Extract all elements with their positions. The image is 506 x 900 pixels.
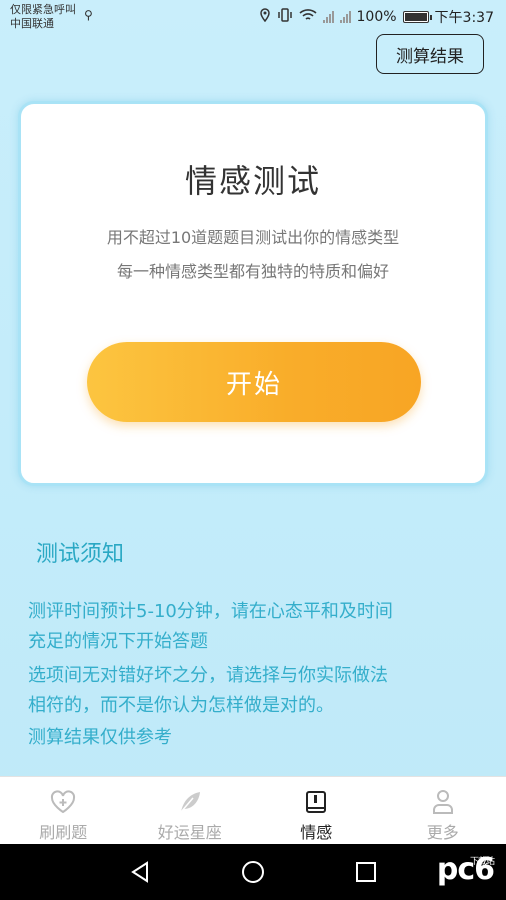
- emergency-text: 仅限紧急呼叫: [10, 3, 76, 16]
- notice-line: 测评时间预计5-10分钟，请在心态平和及时间: [28, 601, 393, 622]
- status-icons: 100% 下午3:37: [259, 7, 494, 27]
- person-icon: [429, 789, 457, 815]
- carrier-name: 中国联通: [10, 17, 54, 30]
- signal-3g-icon: [339, 11, 351, 23]
- card-description-line2: 每一种情感类型都有独特的特质和偏好: [116, 262, 389, 281]
- nav-item-more[interactable]: 更多: [380, 777, 506, 844]
- location-icon: [259, 8, 271, 26]
- nav-label: 好运星座: [157, 823, 222, 842]
- wifi-icon: [298, 8, 317, 26]
- watermark-logo: pc6 下载站: [437, 852, 495, 887]
- status-bar: 仅限紧急呼叫 中国联通 ⚲ 100% 下午3:37: [0, 0, 506, 34]
- result-button[interactable]: 测算结果: [376, 34, 484, 74]
- nav-label: 刷刷题: [39, 823, 88, 842]
- start-button[interactable]: 开始: [87, 342, 421, 422]
- watermark-sub: 下载站: [469, 857, 495, 867]
- nav-item-horoscope[interactable]: 好运星座: [127, 777, 254, 844]
- card-title: 情感测试: [184, 162, 321, 200]
- nav-item-practice[interactable]: 刷刷题: [0, 777, 127, 844]
- card-description-line1: 用不超过10道题题目测试出你的情感类型: [106, 228, 400, 247]
- nav-label: 情感: [300, 823, 333, 842]
- battery-percent: 100%: [356, 9, 397, 25]
- book-icon: [302, 789, 330, 815]
- battery-icon: [402, 11, 432, 23]
- feather-icon: [176, 789, 204, 815]
- nav-label: 更多: [426, 823, 459, 842]
- vibrate-icon: [277, 8, 293, 26]
- notice-line: 相符的，而不是你认为怎样做是对的。: [28, 695, 334, 716]
- notice-line: 充足的情况下开始答题: [28, 631, 208, 652]
- notice-line: 测算结果仅供参考: [28, 727, 172, 748]
- system-nav-bar: pc6 下载站: [0, 844, 506, 900]
- back-icon[interactable]: [128, 860, 152, 884]
- heart-plus-icon: [49, 789, 77, 815]
- notice-line: 选项间无对错好坏之分，请选择与你实际做法: [28, 665, 388, 686]
- recents-icon[interactable]: [354, 860, 378, 884]
- home-icon[interactable]: [241, 860, 265, 884]
- bottom-nav: 刷刷题 好运星座 情感 更多: [0, 776, 506, 844]
- notice-title: 测试须知: [36, 542, 125, 567]
- nav-item-emotion[interactable]: 情感: [253, 777, 380, 844]
- signal-icon: [322, 11, 334, 23]
- usb-icon: ⚲: [84, 8, 93, 22]
- test-card: 情感测试 用不超过10道题题目测试出你的情感类型 每一种情感类型都有独特的特质和…: [18, 101, 488, 486]
- carrier-info: 仅限紧急呼叫 中国联通: [10, 3, 76, 31]
- clock: 下午3:37: [434, 10, 494, 26]
